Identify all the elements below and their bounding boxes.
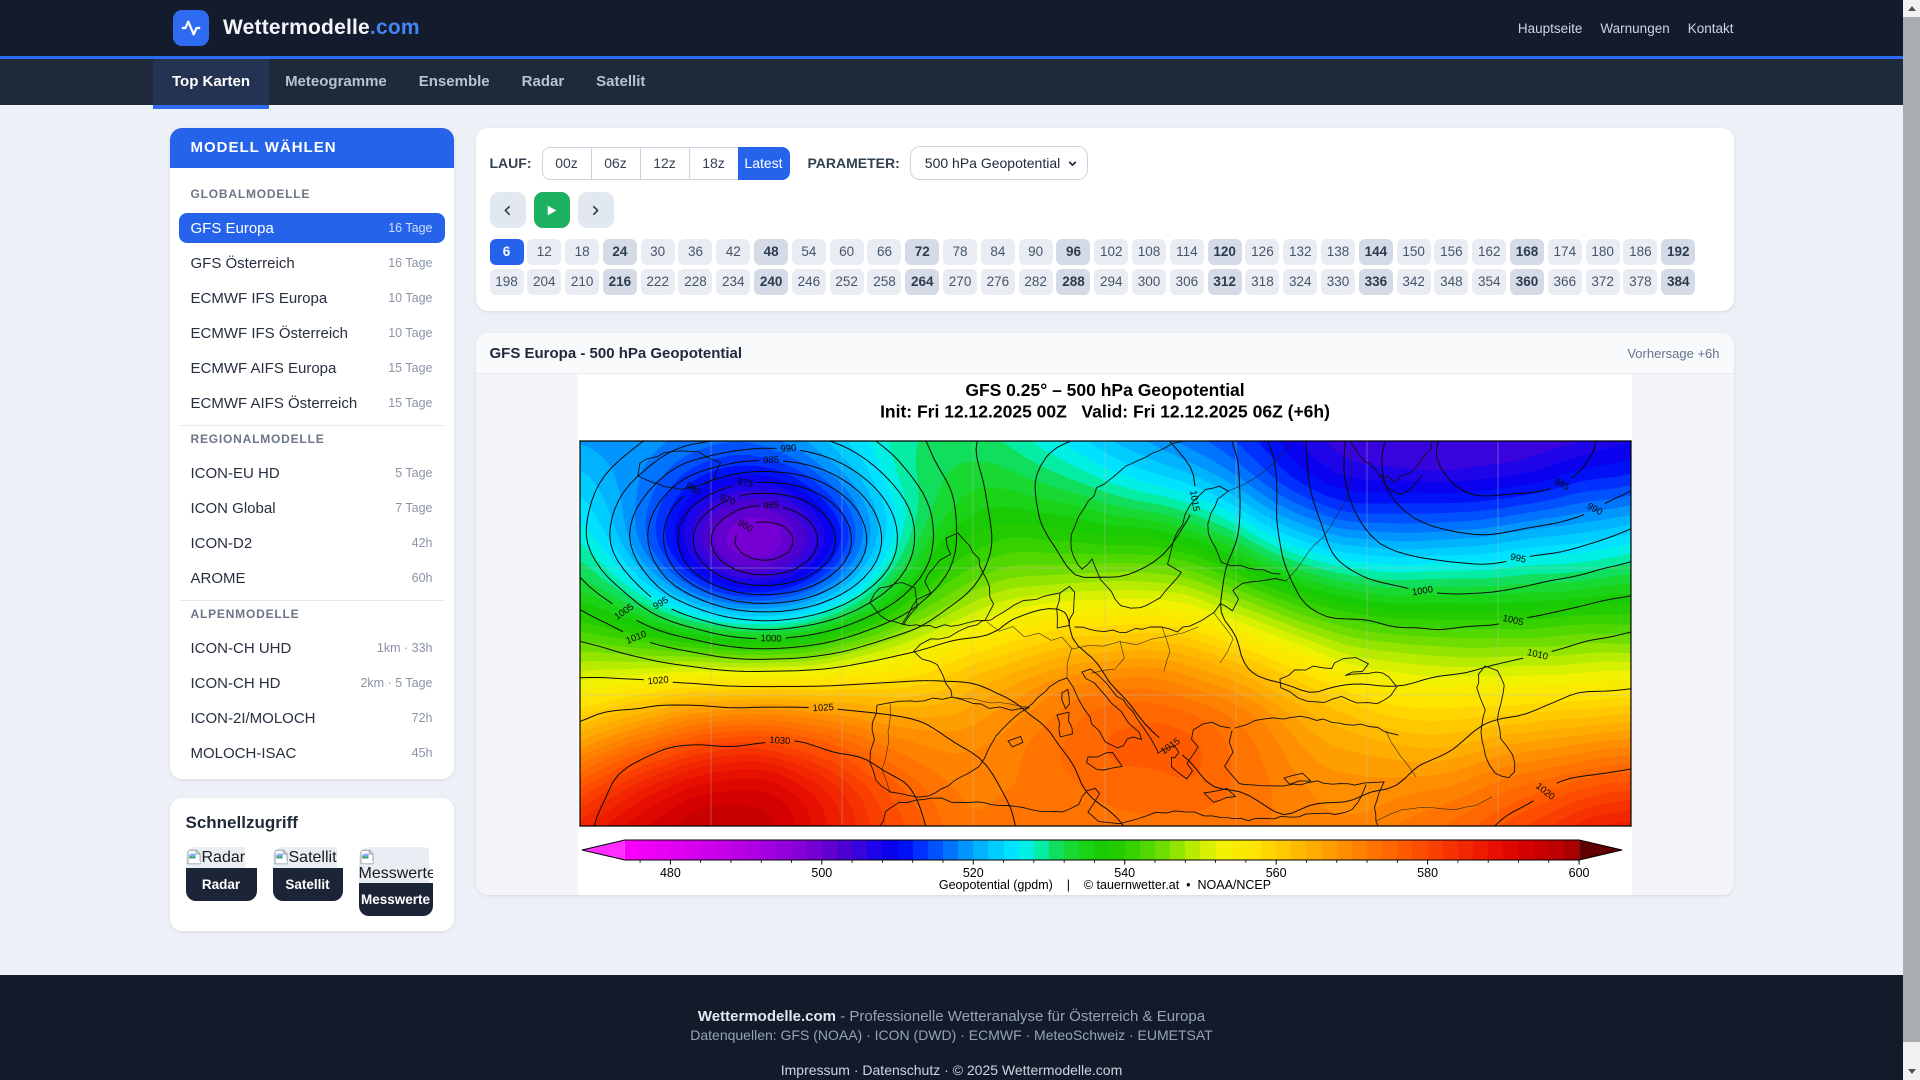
svg-text:500: 500 bbox=[811, 866, 832, 880]
svg-text:1030: 1030 bbox=[768, 735, 790, 747]
svg-text:985: 985 bbox=[763, 455, 779, 466]
svg-text:965: 965 bbox=[762, 500, 779, 512]
svg-text:580: 580 bbox=[1417, 866, 1438, 880]
svg-text:990: 990 bbox=[780, 443, 797, 455]
svg-text:1000: 1000 bbox=[760, 633, 781, 645]
svg-text:600: 600 bbox=[1568, 866, 1589, 880]
svg-text:480: 480 bbox=[659, 866, 680, 880]
svg-text:1025: 1025 bbox=[812, 702, 834, 714]
svg-text:Geopotential (gpdm) | ©: Geopotential (gpdm) | © tauernwetter.at … bbox=[938, 878, 1270, 892]
svg-text:Init: Fri 12.12.2025 00Z Val: Init: Fri 12.12.2025 00Z Valid: Fri 12.1… bbox=[880, 402, 1330, 422]
svg-text:975: 975 bbox=[736, 477, 753, 490]
svg-text:GFS 0.25° – 500 hPa Geopotenti: GFS 0.25° – 500 hPa Geopotential bbox=[965, 380, 1244, 400]
svg-text:1020: 1020 bbox=[647, 675, 669, 688]
